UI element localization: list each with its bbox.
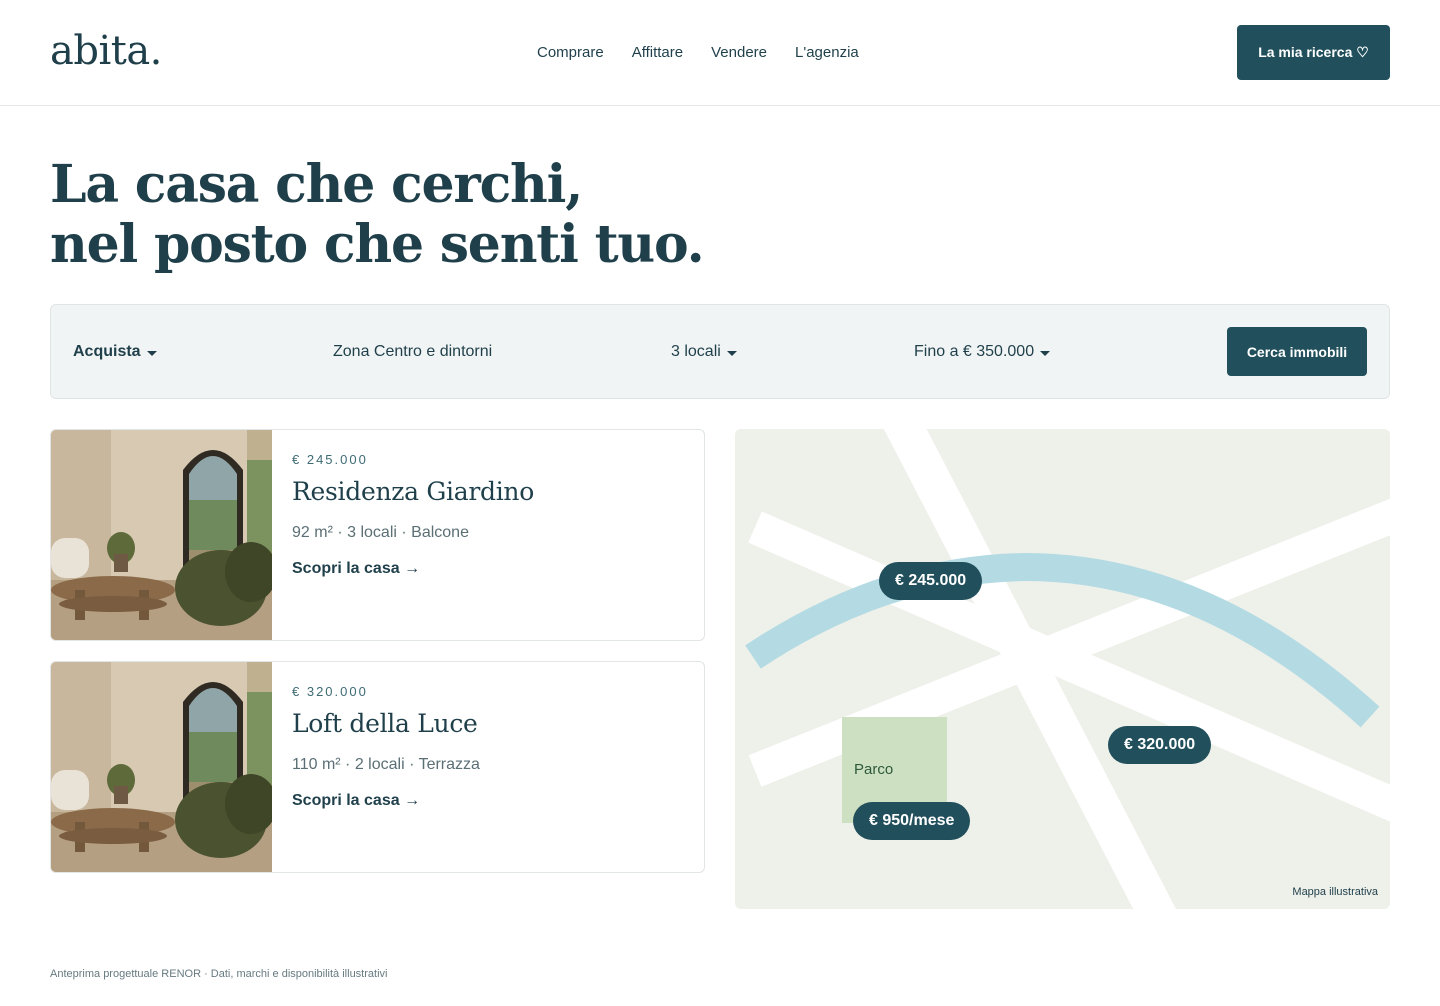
interior-photo-illustration	[51, 430, 272, 640]
nav-comprare[interactable]: Comprare	[537, 44, 604, 61]
listing-title[interactable]: Loft della Luce	[292, 709, 480, 738]
listing-specs: 110 m² · 2 locali · Terrazza	[292, 756, 480, 773]
listing-detail-link[interactable]: Scopri la casa →	[292, 560, 534, 578]
map-illustration	[745, 429, 1390, 909]
nav-agenzia[interactable]: L'agenzia	[795, 44, 859, 61]
listing-price: € 245.000	[292, 452, 368, 467]
listing-price: € 320.000	[292, 684, 368, 699]
hero-line-1: La casa che cerchi,	[50, 154, 583, 215]
map-panel[interactable]: Parco € 245.000 € 320.000 € 950/mese Map…	[735, 429, 1390, 909]
listing-specs: 92 m² · 3 locali · Balcone	[292, 524, 469, 541]
search-bar: Acquista Zona Centro e dintorni 3 locali…	[50, 304, 1390, 399]
mode-dropdown[interactable]: Acquista	[73, 343, 157, 361]
budget-label: Fino a € 350.000	[914, 343, 1035, 360]
chevron-down-icon	[726, 350, 737, 356]
listing-detail-link[interactable]: Scopri la casa →	[292, 792, 480, 810]
zone-label: Zona Centro e dintorni	[333, 343, 493, 360]
search-submit-button[interactable]: Cerca immobili	[1227, 327, 1367, 376]
listing-photo[interactable]	[51, 662, 272, 872]
rooms-dropdown[interactable]: 3 locali	[671, 343, 737, 361]
mode-label: Acquista	[73, 343, 141, 360]
listing-card[interactable]: € 245.000 Residenza Giardino 92 m² · 3 l…	[50, 429, 705, 641]
zone-field[interactable]: Zona Centro e dintorni	[333, 343, 492, 361]
interior-photo-illustration	[51, 662, 272, 872]
map-caption: Mappa illustrativa	[1292, 886, 1378, 898]
listing-info: € 245.000 Residenza Giardino 92 m² · 3 l…	[292, 452, 534, 578]
hero-line-2: nel posto che senti tuo.	[50, 214, 705, 275]
budget-dropdown[interactable]: Fino a € 350.000	[914, 343, 1051, 361]
map-pin-rent[interactable]: € 950/mese	[853, 802, 971, 840]
map-pin-price[interactable]: € 245.000	[879, 562, 983, 600]
nav-vendere[interactable]: Vendere	[711, 44, 767, 61]
page-title: La casa che cerchi, nel posto che senti …	[50, 154, 705, 275]
listing-photo[interactable]	[51, 430, 272, 640]
map-pin-price[interactable]: € 320.000	[1108, 726, 1212, 764]
listing-info: € 320.000 Loft della Luce 110 m² · 2 loc…	[292, 684, 480, 810]
rooms-label: 3 locali	[671, 343, 721, 360]
listing-card[interactable]: € 320.000 Loft della Luce 110 m² · 2 loc…	[50, 661, 705, 873]
logo[interactable]: abita.	[50, 28, 162, 74]
listing-title[interactable]: Residenza Giardino	[292, 477, 534, 506]
chevron-down-icon	[146, 350, 157, 356]
main-nav: Comprare Affittare Vendere L'agenzia	[537, 44, 859, 61]
chevron-down-icon	[1040, 350, 1051, 356]
site-header: abita. Comprare Affittare Vendere L'agen…	[0, 0, 1440, 106]
nav-affittare[interactable]: Affittare	[632, 44, 683, 61]
park-label: Parco	[854, 761, 894, 778]
footer-note: Anteprima progettuale RENOR · Dati, marc…	[50, 968, 388, 980]
my-search-button[interactable]: La mia ricerca ♡	[1237, 25, 1390, 80]
